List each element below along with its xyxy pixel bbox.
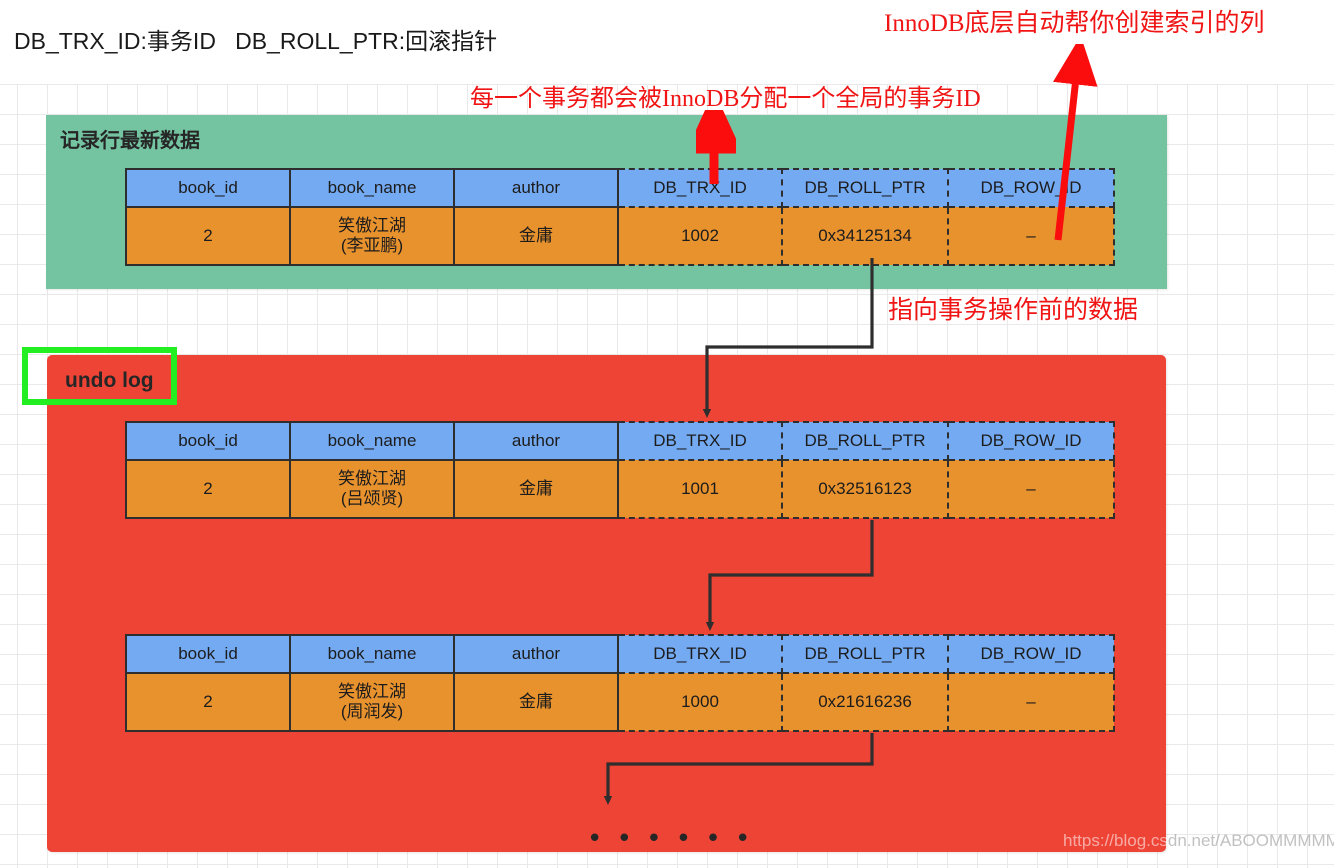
table-row: 2 笑傲江湖 (吕颂贤) 金庸 1001 0x32516123 – bbox=[125, 459, 1115, 519]
cell-db-row-id: – bbox=[947, 672, 1115, 732]
col-header-book-name: book_name bbox=[289, 634, 455, 674]
col-header-db-trx-id: DB_TRX_ID bbox=[617, 634, 783, 674]
cell-db-roll-ptr: 0x32516123 bbox=[781, 459, 949, 519]
cell-db-trx-id: 1001 bbox=[617, 459, 783, 519]
col-header-author: author bbox=[453, 421, 619, 461]
red-arrow-to-db-trx-id bbox=[696, 110, 736, 184]
col-header-db-roll-ptr: DB_ROLL_PTR bbox=[781, 634, 949, 674]
annotation-point-before-data: 指向事务操作前的数据 bbox=[888, 297, 1139, 324]
watermark-part-1: https://blog.cs bbox=[1063, 831, 1168, 850]
annotation-global-trx-id: 每一个事务都会被InnoDB分配一个全局的事务ID bbox=[470, 86, 981, 112]
col-header-db-trx-id: DB_TRX_ID bbox=[617, 421, 783, 461]
undo-log-highlight-box bbox=[22, 347, 177, 405]
book-name-line-1: 笑傲江湖 bbox=[338, 469, 406, 489]
col-header-book-name: book_name bbox=[289, 168, 455, 208]
cell-book-name: 笑傲江湖 (周润发) bbox=[289, 672, 455, 732]
cell-author: 金庸 bbox=[453, 206, 619, 266]
table-latest-record: book_id book_name author DB_TRX_ID DB_RO… bbox=[125, 168, 1115, 266]
latest-record-panel-title: 记录行最新数据 bbox=[60, 130, 200, 152]
cell-book-id: 2 bbox=[125, 672, 291, 732]
watermark-part-2: dn.net/ABOOMMMMM bbox=[1167, 831, 1334, 850]
book-name-line-1: 笑傲江湖 bbox=[338, 216, 406, 236]
cell-db-roll-ptr: 0x21616236 bbox=[781, 672, 949, 732]
col-header-book-name: book_name bbox=[289, 421, 455, 461]
red-arrow-to-db-row-id bbox=[1053, 44, 1098, 241]
cell-author: 金庸 bbox=[453, 459, 619, 519]
table-row: 2 笑傲江湖 (周润发) 金庸 1000 0x21616236 – bbox=[125, 672, 1115, 732]
annotation-index-column: InnoDB底层自动帮你创建索引的列 bbox=[884, 10, 1265, 37]
col-header-book-id: book_id bbox=[125, 168, 291, 208]
table-header-row: book_id book_name author DB_TRX_ID DB_RO… bbox=[125, 421, 1115, 461]
table-row: 2 笑傲江湖 (李亚鹏) 金庸 1002 0x34125134 – bbox=[125, 206, 1115, 266]
col-header-db-row-id: DB_ROW_ID bbox=[947, 634, 1115, 674]
table-header-row: book_id book_name author DB_TRX_ID DB_RO… bbox=[125, 168, 1115, 208]
table-undo-version-1000: book_id book_name author DB_TRX_ID DB_RO… bbox=[125, 634, 1115, 732]
ellipsis-more-versions: • • • • • • bbox=[587, 824, 754, 854]
cell-author: 金庸 bbox=[453, 672, 619, 732]
col-header-db-roll-ptr: DB_ROLL_PTR bbox=[781, 421, 949, 461]
book-name-line-2: (周润发) bbox=[340, 702, 404, 721]
col-header-db-roll-ptr: DB_ROLL_PTR bbox=[781, 168, 949, 208]
cell-book-name: 笑傲江湖 (吕颂贤) bbox=[289, 459, 455, 519]
cell-book-id: 2 bbox=[125, 206, 291, 266]
table-header-row: book_id book_name author DB_TRX_ID DB_RO… bbox=[125, 634, 1115, 674]
book-name-line-1: 笑傲江湖 bbox=[338, 682, 406, 702]
book-name-line-2: (吕颂贤) bbox=[340, 489, 404, 508]
col-header-book-id: book_id bbox=[125, 634, 291, 674]
col-header-book-id: book_id bbox=[125, 421, 291, 461]
cell-book-id: 2 bbox=[125, 459, 291, 519]
col-header-author: author bbox=[453, 168, 619, 208]
table-undo-version-1001: book_id book_name author DB_TRX_ID DB_RO… bbox=[125, 421, 1115, 519]
book-name-line-2: (李亚鹏) bbox=[340, 236, 404, 255]
site-watermark: https://blog.csdn.net/ABOOMMMMM bbox=[1063, 831, 1334, 851]
cell-book-name: 笑傲江湖 (李亚鹏) bbox=[289, 206, 455, 266]
cell-db-row-id: – bbox=[947, 459, 1115, 519]
cell-db-trx-id: 1002 bbox=[617, 206, 783, 266]
col-header-author: author bbox=[453, 634, 619, 674]
col-header-db-row-id: DB_ROW_ID bbox=[947, 421, 1115, 461]
cell-db-roll-ptr: 0x34125134 bbox=[781, 206, 949, 266]
legend-caption: DB_TRX_ID:事务ID DB_ROLL_PTR:回滚指针 bbox=[14, 28, 498, 54]
cell-db-trx-id: 1000 bbox=[617, 672, 783, 732]
